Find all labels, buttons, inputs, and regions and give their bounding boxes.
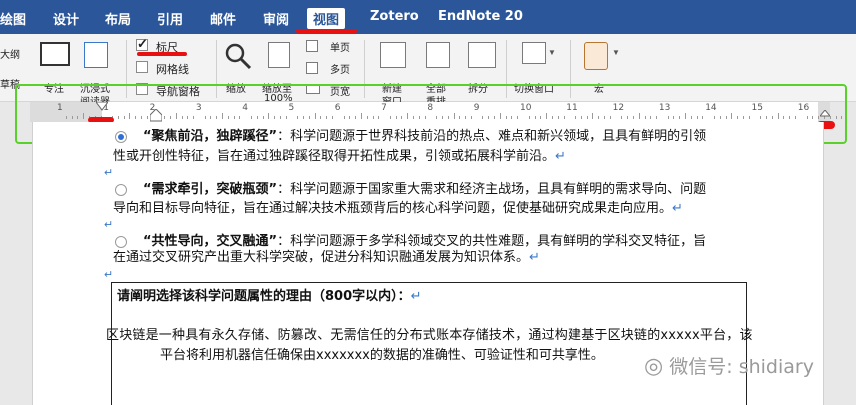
multi-page-label: 多页 — [330, 65, 350, 76]
multi-page-icon — [306, 62, 318, 74]
option-1-line-2: 性或开创性特征，旨在通过独辟蹊径取得开拓性成果，引领或拓展科学前沿。↵ — [113, 147, 566, 167]
watermark-text: 微信号: shidiary — [669, 356, 814, 378]
option-2-line-2: 导向和目标导向特征，旨在通过解决技术瓶颈背后的核心科学问题，促使基础研究成果走向… — [113, 199, 683, 219]
tab-view[interactable]: 视图 — [307, 8, 346, 29]
option-1-desc: ：科学问题源于世界科技前沿的热点、难点和新兴领域，且具有鲜明的引领 — [277, 129, 707, 144]
option-3-desc-cont: 在通过交叉研究产出重大科学突破，促进分科知识融通发展为知识体系。 — [113, 250, 530, 265]
macro-scroll-icon — [584, 42, 608, 70]
chevron-down-icon: ▼ — [548, 48, 556, 57]
option-2-desc-cont: 导向和目标导向特征，旨在通过解决技术瓶颈背后的核心科学问题，促使基础研究成果走向… — [113, 201, 673, 216]
tab-mailings[interactable]: 邮件 — [210, 9, 236, 28]
word-window: 绘图 设计 布局 引用 邮件 审阅 视图 Zotero EndNote 20 大… — [0, 0, 856, 405]
wechat-watermark: ◎ 微信号: shidiary — [644, 352, 814, 379]
option-1-radio[interactable] — [115, 131, 127, 143]
tab-design[interactable]: 设计 — [53, 9, 79, 28]
one-page-icon — [306, 40, 318, 52]
multi-page-button[interactable]: 多页 — [306, 60, 356, 76]
option-2-line-1: “需求牵引，突破瓶颈”：科学问题源于国家重大需求和经济主战场，且具有鲜明的需求导… — [143, 180, 706, 200]
ribbon-tab-bar: 绘图 设计 布局 引用 邮件 审阅 视图 Zotero EndNote 20 — [0, 0, 856, 34]
switch-windows-icon — [522, 42, 546, 64]
gridlines-label: 网格线 — [156, 63, 189, 76]
outline-button-partial[interactable]: 大纲 — [0, 46, 20, 61]
reason-body-line-1: 区块链是一种具有永久存储、防篡改、无需信任的分布式账本存储技术，通过构建基于区块… — [106, 328, 753, 343]
tab-layout[interactable]: 布局 — [105, 9, 131, 28]
tab-endnote[interactable]: EndNote 20 — [438, 9, 523, 24]
tab-review[interactable]: 审阅 — [263, 9, 289, 28]
paragraph-mark: ↵ — [104, 219, 114, 231]
paragraph-mark: ↵ — [529, 250, 540, 265]
tab-references[interactable]: 引用 — [157, 9, 183, 28]
reason-body-line-2: 平台将利用机器信任确保由xxxxxxx的数据的准确性、可验证性和可共享性。 — [160, 348, 604, 363]
tab-zotero[interactable]: Zotero — [370, 9, 419, 24]
gridlines-checkbox[interactable] — [136, 61, 148, 73]
paragraph-mark: ↵ — [104, 269, 114, 281]
option-1-desc-cont: 性或开创性特征，旨在通过独辟蹊径取得开拓性成果，引领或拓展科学前沿。 — [113, 149, 556, 164]
arrange-all-icon — [426, 42, 450, 68]
option-2-title: “需求牵引，突破瓶颈” — [143, 182, 278, 197]
option-1-line-1: “聚焦前沿，独辟蹊径”：科学问题源于世界科技前沿的热点、难点和新兴领域，且具有鲜… — [143, 127, 706, 147]
one-page-label: 单页 — [330, 43, 350, 54]
chevron-down-icon: ▼ — [612, 48, 620, 57]
paragraph-mark: ↵ — [104, 167, 114, 179]
focus-icon — [40, 42, 70, 66]
option-3-desc: ：科学问题源于多学科领域交叉的共性难题，具有鲜明的学科交叉特征，旨 — [277, 234, 707, 249]
annotation-red-underline — [296, 29, 357, 33]
wechat-icon: ◎ — [644, 354, 664, 379]
new-window-icon — [380, 42, 406, 68]
reason-heading: 请阐明选择该科学问题属性的理由（800字以内）：↵ — [117, 287, 422, 307]
option-2-desc: ：科学问题源于国家重大需求和经济主战场，且具有鲜明的需求导向、问题 — [277, 182, 707, 197]
one-page-button[interactable]: 单页 — [306, 38, 356, 54]
option-3-radio[interactable] — [115, 236, 127, 248]
gridlines-checkbox-row[interactable]: 网格线 — [136, 60, 206, 76]
page-100-icon — [268, 42, 290, 68]
reason-heading-text: 请阐明选择该科学问题属性的理由（800字以内）： — [117, 289, 411, 304]
ruler-checkbox[interactable] — [136, 36, 148, 52]
paragraph-mark: ↵ — [555, 149, 566, 164]
option-3-title: “共性导向，交叉融通” — [143, 234, 278, 249]
magnifier-icon — [225, 43, 252, 70]
paragraph-mark: ↵ — [410, 289, 422, 304]
option-1-title: “聚焦前沿，独辟蹊径” — [143, 129, 278, 144]
paragraph-mark: ↵ — [672, 201, 683, 216]
tab-draw[interactable]: 绘图 — [0, 9, 26, 28]
split-icon — [468, 42, 496, 68]
option-2-radio[interactable] — [115, 184, 127, 196]
option-3-line-2: 在通过交叉研究产出重大科学突破，促进分科知识融通发展为知识体系。↵ — [113, 248, 540, 268]
immersive-reader-icon — [84, 42, 108, 68]
annotation-red-underline — [137, 52, 187, 56]
